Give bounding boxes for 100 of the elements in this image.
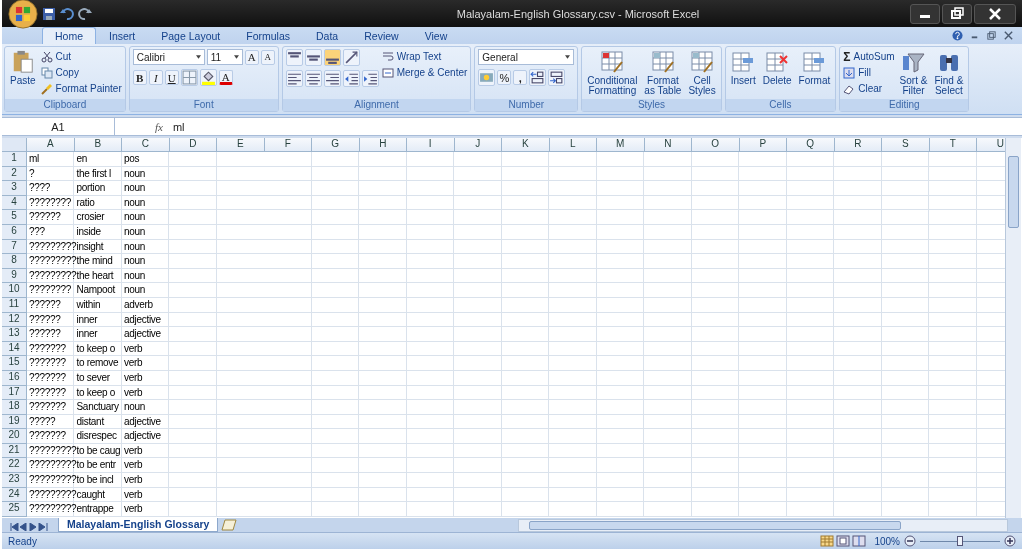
format-button[interactable]: Format [796, 49, 833, 87]
help-icon[interactable] [952, 30, 963, 41]
merge-center-button[interactable]: Merge & Center [381, 65, 468, 80]
shrink-font-button[interactable]: A [260, 49, 275, 65]
paste-button[interactable]: Paste [8, 49, 38, 87]
close-icon[interactable] [974, 3, 1016, 24]
zoom-in-icon[interactable] [1004, 535, 1016, 547]
column-header[interactable]: F [264, 138, 312, 152]
restore-icon[interactable] [942, 3, 972, 24]
orientation-icon[interactable] [342, 49, 360, 66]
align-middle-icon[interactable] [304, 49, 322, 66]
column-header[interactable]: T [929, 138, 977, 152]
column-header[interactable]: R [834, 138, 882, 152]
column-header[interactable]: E [217, 138, 265, 152]
column-header[interactable]: H [359, 138, 407, 152]
save-icon[interactable] [42, 6, 56, 21]
column-header[interactable]: K [502, 138, 550, 152]
row-header[interactable]: 13 [2, 327, 27, 342]
insert-button[interactable]: Insert [728, 49, 758, 87]
column-header[interactable]: P [739, 138, 787, 152]
decrease-decimal-icon[interactable] [548, 69, 566, 86]
autosum-button[interactable]: Σ AutoSum [843, 49, 895, 64]
conditional-formatting-button[interactable]: Conditional Formatting [585, 49, 640, 97]
row-header[interactable]: 15 [2, 356, 27, 371]
ribbon-tab[interactable]: Formulas [233, 27, 303, 44]
format-painter-button[interactable]: Format Painter [40, 81, 122, 96]
align-top-icon[interactable] [285, 49, 303, 66]
bold-button[interactable]: B [132, 70, 147, 85]
minimize-icon[interactable] [910, 3, 940, 24]
comma-button[interactable]: , [513, 70, 528, 85]
column-header[interactable]: U [977, 138, 1005, 152]
column-header[interactable]: L [549, 138, 597, 152]
clear-button[interactable]: Clear [843, 81, 895, 96]
function-button[interactable]: fx [115, 120, 169, 133]
row-header[interactable]: 3 [2, 181, 27, 196]
ribbon-tab[interactable]: Page Layout [148, 27, 234, 44]
grow-font-button[interactable]: A [244, 49, 259, 65]
redo-icon[interactable] [78, 6, 92, 21]
ribbon-tab[interactable]: Review [351, 27, 412, 44]
column-header[interactable]: N [644, 138, 692, 152]
ribbon-tab[interactable]: Data [303, 27, 352, 44]
align-right-icon[interactable] [323, 70, 341, 87]
page-layout-view-icon[interactable] [836, 535, 851, 547]
cell-styles-button[interactable]: Cell Styles [686, 49, 718, 97]
format-as-table-button[interactable]: Format as Table [642, 49, 684, 97]
row-header[interactable]: 25 [2, 502, 27, 517]
column-header[interactable]: I [407, 138, 455, 152]
sheet-tab[interactable]: Malayalam-English Glossary [58, 518, 219, 532]
copy-button[interactable]: Copy [40, 65, 122, 80]
column-header[interactable]: S [882, 138, 930, 152]
zoom-out-icon[interactable] [904, 535, 916, 547]
page-break-view-icon[interactable] [852, 535, 867, 547]
font-name-field[interactable]: Calibri [132, 49, 205, 65]
increase-indent-icon[interactable] [361, 70, 379, 87]
underline-button[interactable]: U [164, 70, 179, 85]
cut-button[interactable]: Cut [40, 49, 122, 64]
column-header[interactable]: J [454, 138, 502, 152]
row-header[interactable]: 20 [2, 429, 27, 444]
find-select-button[interactable]: Find & Select [932, 49, 966, 97]
office-button[interactable] [8, 0, 38, 29]
column-header[interactable]: A [27, 138, 75, 152]
row-header[interactable]: 5 [2, 210, 27, 225]
row-header[interactable]: 18 [2, 400, 27, 415]
column-header[interactable]: M [597, 138, 645, 152]
row-header[interactable]: 1 [2, 152, 27, 167]
row-header[interactable]: 8 [2, 254, 27, 269]
column-header[interactable]: O [692, 138, 740, 152]
font-color-button[interactable]: A [218, 70, 233, 85]
sort-filter-button[interactable]: Sort & Filter [897, 49, 930, 97]
increase-decimal-icon[interactable] [529, 69, 547, 86]
font-size-field[interactable]: 11 [206, 49, 243, 65]
italic-button[interactable]: I [148, 70, 163, 85]
column-header[interactable]: C [122, 138, 170, 152]
percent-button[interactable]: % [497, 70, 512, 85]
column-header[interactable]: G [312, 138, 360, 152]
row-header[interactable]: 23 [2, 473, 27, 488]
horizontal-scrollbar[interactable] [518, 518, 1008, 532]
column-header[interactable]: Q [787, 138, 835, 152]
number-format-field[interactable]: General [478, 49, 575, 65]
sheet-navigation-icon[interactable] [10, 521, 50, 529]
column-header[interactable]: D [169, 138, 217, 152]
name-box[interactable]: A1 [2, 118, 115, 135]
ribbon-tab[interactable]: Home [42, 27, 96, 44]
fill-color-icon[interactable] [199, 69, 217, 86]
ribbon-tab[interactable]: View [411, 27, 461, 44]
zoom-slider[interactable] [920, 535, 1000, 547]
vertical-scrollbar[interactable] [1005, 138, 1021, 518]
ribbon-tab[interactable]: Insert [96, 27, 149, 44]
borders-icon[interactable] [180, 69, 198, 86]
wrap-text-button[interactable]: Wrap Text [381, 49, 468, 64]
fill-button[interactable]: Fill [843, 65, 895, 80]
slider-thumb[interactable] [957, 536, 963, 546]
align-center-icon[interactable] [304, 70, 322, 87]
row-header[interactable]: 10 [2, 283, 27, 298]
align-left-icon[interactable] [285, 70, 303, 87]
delete-button[interactable]: Delete [760, 49, 794, 87]
formula-field[interactable]: ml [168, 120, 1022, 133]
column-header[interactable]: B [74, 138, 122, 152]
decrease-indent-icon[interactable] [342, 70, 360, 87]
undo-icon[interactable] [60, 6, 74, 21]
